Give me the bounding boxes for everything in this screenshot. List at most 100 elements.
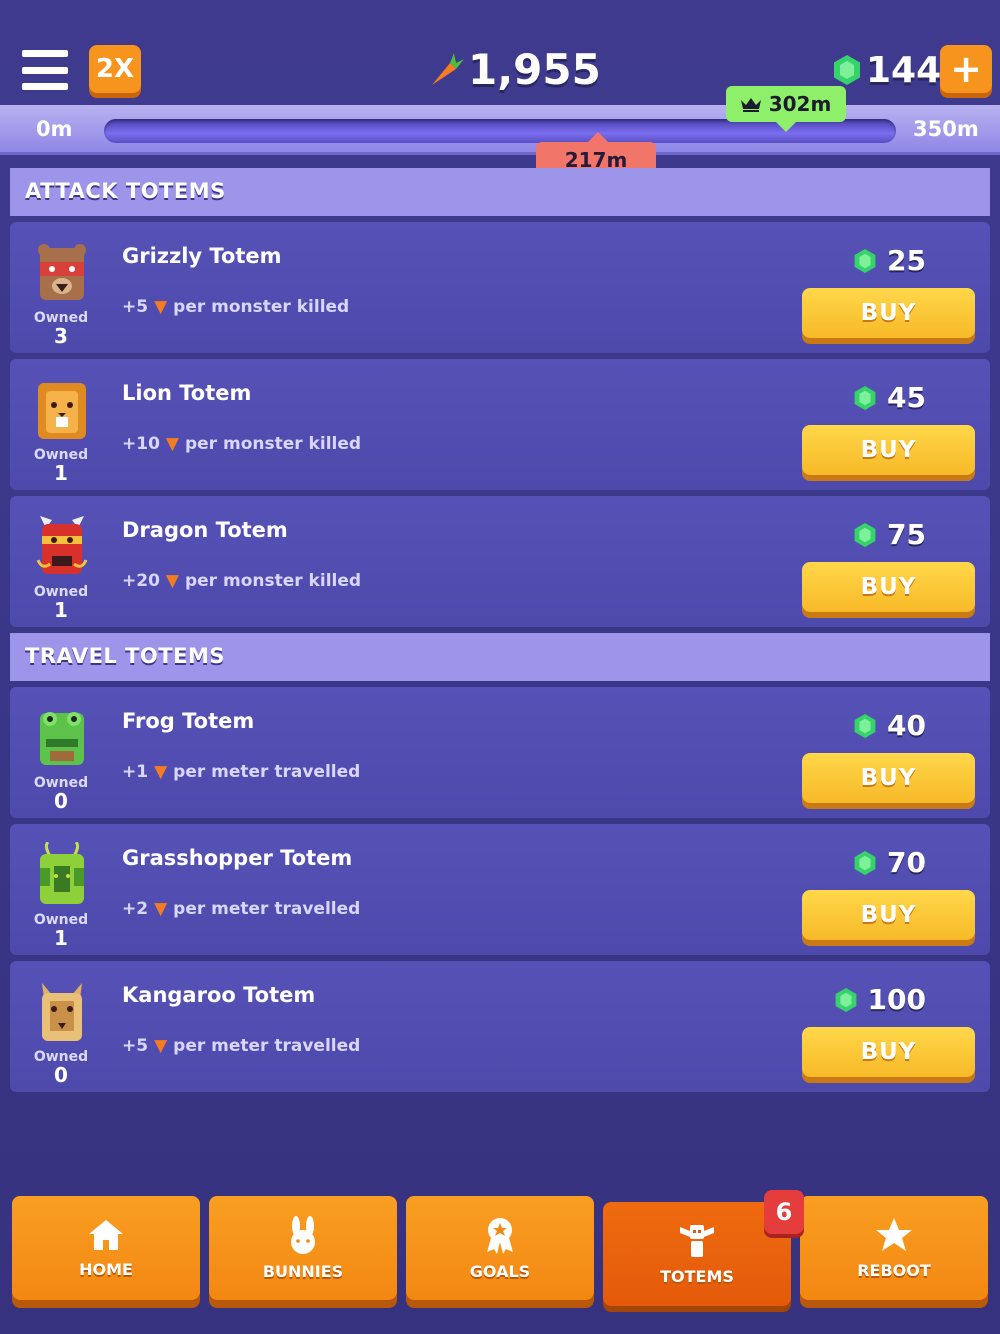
tab-bunnies[interactable]: BUNNIES <box>209 1196 397 1300</box>
totem-card-frog: Owned 0 Frog Totem +1 ▼ per meter travel… <box>10 687 990 818</box>
add-gems-button[interactable]: + <box>940 45 992 93</box>
buy-button[interactable]: BUY <box>802 288 975 338</box>
tab-label: GOALS <box>469 1261 531 1281</box>
multiplier-button[interactable]: 2X <box>89 45 141 93</box>
bonus-text: per meter travelled <box>173 762 361 782</box>
section-title: TRAVEL TOTEMS <box>25 644 225 668</box>
bonus-text: per monster killed <box>184 571 362 591</box>
bonus-amount: +5 <box>122 297 149 317</box>
carrot-icon: ▼ <box>154 899 168 919</box>
bunny-icon <box>291 1215 315 1254</box>
totem-description: +2 ▼ per meter travelled <box>122 899 360 919</box>
price-value: 25 <box>887 244 926 277</box>
carrot-icon: ▼ <box>154 297 168 317</box>
owned-count: 1 <box>54 926 68 950</box>
totem-price: 45 <box>853 381 926 414</box>
totem-card-kangaroo: Owned 0 Kangaroo Totem +5 ▼ per meter tr… <box>10 961 990 1092</box>
progress-start-label: 0m <box>36 117 73 141</box>
best-distance-marker: 302m <box>726 86 846 132</box>
totems-notification-badge: 6 <box>764 1190 804 1234</box>
tab-totems[interactable]: TOTEMS <box>603 1202 791 1306</box>
gem-icon <box>834 55 860 85</box>
progress-end-label: 350m <box>913 117 979 141</box>
gem-icon <box>854 522 876 547</box>
owned-count: 3 <box>54 324 68 348</box>
medal-icon <box>487 1217 513 1254</box>
totem-name: Dragon Totem <box>122 518 288 542</box>
plus-icon: + <box>950 47 982 91</box>
bottom-tab-bar: HOME BUNNIES GOALS TOTEMS REBOOT <box>0 1190 1000 1334</box>
gem-icon <box>854 385 876 410</box>
gem-icon <box>854 850 876 875</box>
owned-count: 0 <box>54 1063 68 1087</box>
top-bar: 2X 1,955 144 + <box>0 0 1000 105</box>
best-distance-label: 302m <box>768 92 832 116</box>
price-value: 40 <box>887 709 926 742</box>
price-value: 75 <box>887 518 926 551</box>
kangaroo-totem-icon <box>42 983 82 1041</box>
totem-card-dragon: Owned 1 Dragon Totem +20 ▼ per monster k… <box>10 496 990 627</box>
carrot-icon: ▼ <box>165 571 179 591</box>
carrot-icon: ▼ <box>154 762 168 782</box>
buy-button[interactable]: BUY <box>802 425 975 475</box>
frog-totem-icon <box>40 712 84 765</box>
bonus-amount: +10 <box>122 434 160 454</box>
bonus-amount: +2 <box>122 899 149 919</box>
carrot-icon <box>432 53 464 85</box>
tab-goals[interactable]: GOALS <box>406 1196 594 1300</box>
totem-name: Grasshopper Totem <box>122 846 353 870</box>
buy-button[interactable]: BUY <box>802 753 975 803</box>
menu-icon-line <box>22 66 68 74</box>
tab-label: TOTEMS <box>660 1266 734 1286</box>
totem-card-grizzly: Owned 3 Grizzly Totem +5 ▼ per monster k… <box>10 222 990 353</box>
carrot-icon: ▼ <box>154 1036 168 1056</box>
owned-count: 1 <box>54 461 68 485</box>
attack-totems-header: ATTACK TOTEMS <box>10 168 990 216</box>
lion-totem-icon <box>38 383 86 439</box>
buy-button[interactable]: BUY <box>802 1027 975 1077</box>
section-title: ATTACK TOTEMS <box>25 179 226 203</box>
dragon-totem-icon <box>36 516 88 574</box>
totem-price: 70 <box>853 846 926 879</box>
totem-name: Kangaroo Totem <box>122 983 316 1007</box>
gem-icon <box>854 713 876 738</box>
bonus-text: per meter travelled <box>173 899 361 919</box>
bonus-amount: +20 <box>122 571 160 591</box>
price-value: 45 <box>887 381 926 414</box>
gem-icon <box>854 248 876 273</box>
totem-name: Grizzly Totem <box>122 244 282 268</box>
bonus-text: per monster killed <box>184 434 362 454</box>
tab-label: HOME <box>79 1259 133 1279</box>
totem-description: +5 ▼ per meter travelled <box>122 1036 360 1056</box>
tab-label: REBOOT <box>857 1260 931 1280</box>
tab-home[interactable]: HOME <box>12 1196 200 1300</box>
grasshopper-totem-icon <box>40 842 84 904</box>
totem-price: 75 <box>853 518 926 551</box>
totem-description: +5 ▼ per monster killed <box>122 297 349 317</box>
tab-reboot[interactable]: REBOOT <box>800 1196 988 1300</box>
totem-name: Frog Totem <box>122 709 255 733</box>
buy-button[interactable]: BUY <box>802 562 975 612</box>
gem-counter: 144 <box>832 46 941 94</box>
carrot-icon: ▼ <box>165 434 179 454</box>
tab-label: BUNNIES <box>262 1261 344 1281</box>
menu-icon-line <box>22 50 68 57</box>
totem-description: +10 ▼ per monster killed <box>122 434 361 454</box>
totem-description: +1 ▼ per meter travelled <box>122 762 360 782</box>
totem-description: +20 ▼ per monster killed <box>122 571 361 591</box>
bonus-amount: +5 <box>122 1036 149 1056</box>
menu-button[interactable] <box>22 50 68 90</box>
travel-totems-header: TRAVEL TOTEMS <box>10 633 990 681</box>
grizzly-totem-icon <box>38 244 86 300</box>
price-value: 70 <box>887 846 926 879</box>
carrot-count: 1,955 <box>468 44 601 94</box>
owned-count: 0 <box>54 789 68 813</box>
buy-button[interactable]: BUY <box>802 890 975 940</box>
menu-icon-line <box>22 83 68 90</box>
gem-count: 144 <box>866 49 942 91</box>
totem-name: Lion Totem <box>122 381 252 405</box>
totem-price: 40 <box>853 709 926 742</box>
home-icon <box>89 1219 123 1250</box>
totem-price: 25 <box>853 244 926 277</box>
totem-card-grasshopper: Owned 1 Grasshopper Totem +2 ▼ per meter… <box>10 824 990 955</box>
